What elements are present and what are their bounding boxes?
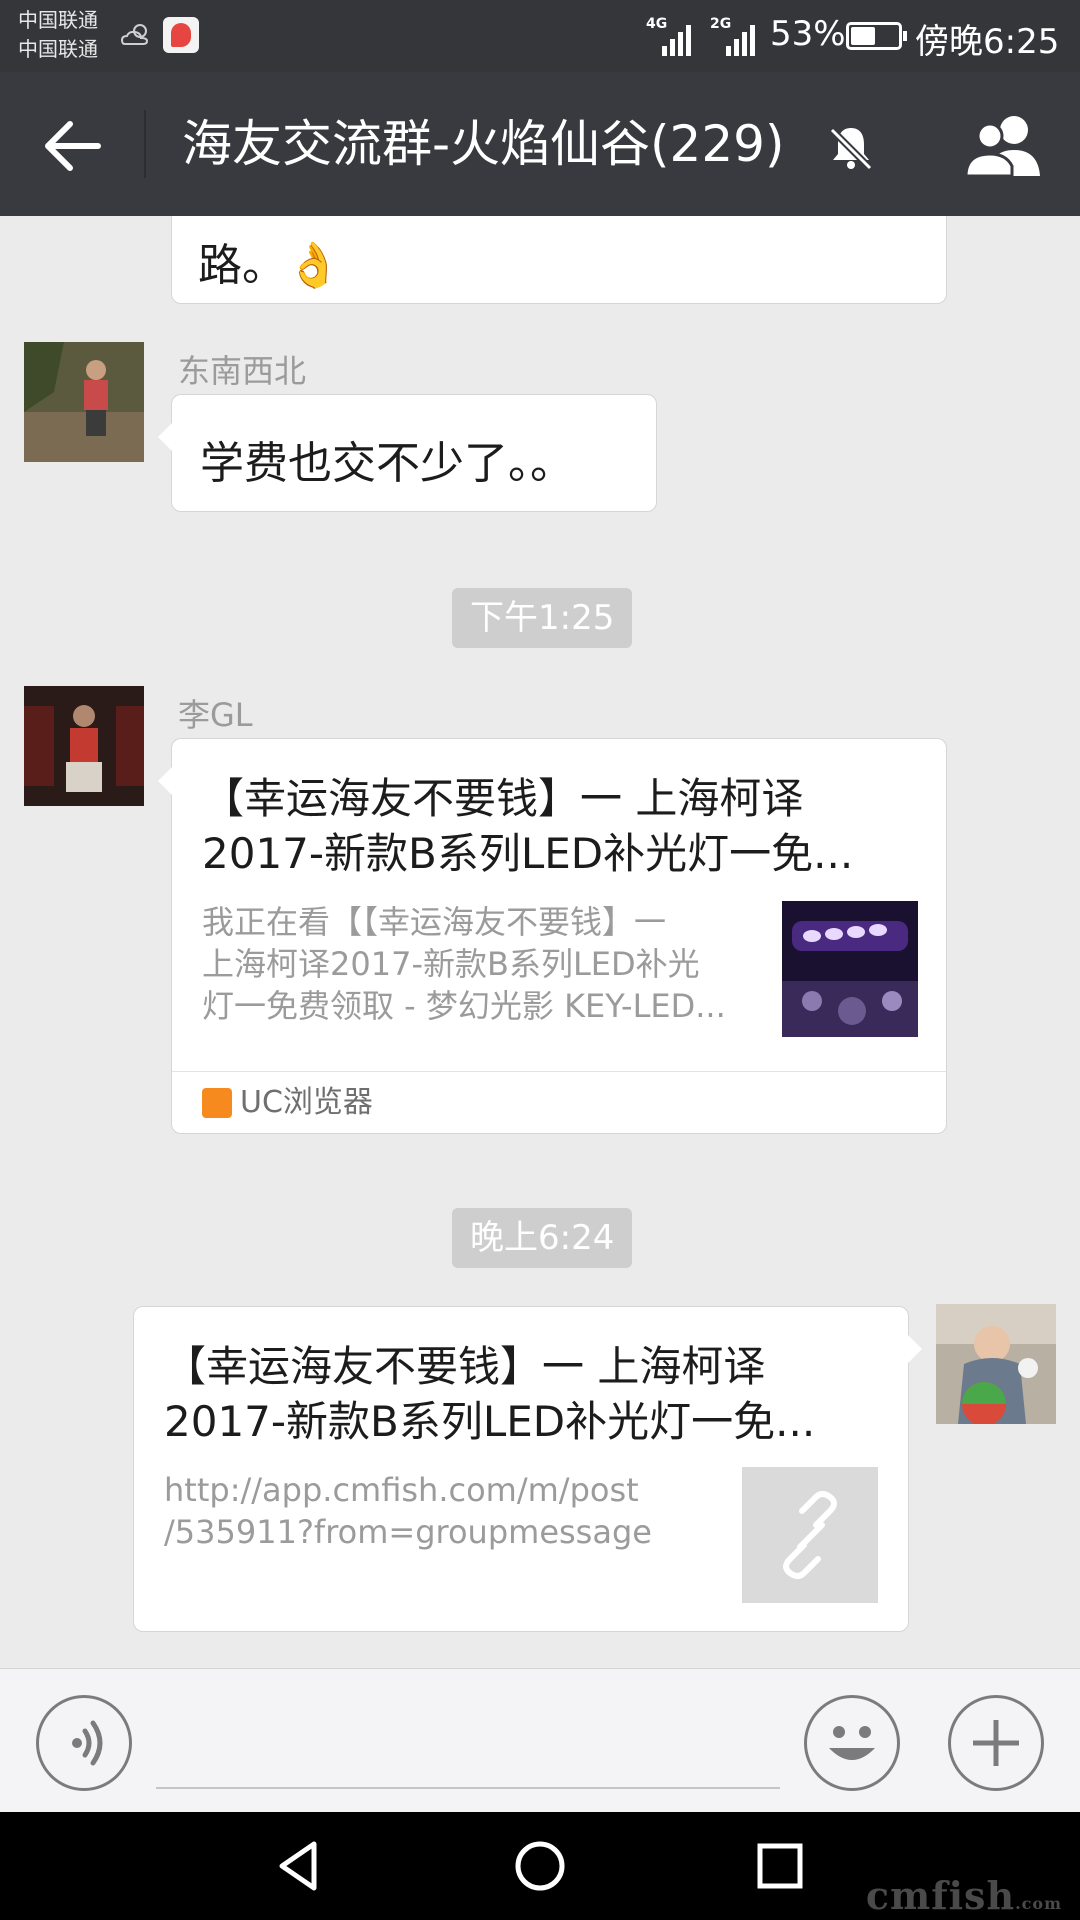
voice-icon	[72, 1720, 103, 1766]
nav-home-icon[interactable]	[510, 1836, 570, 1896]
watermark-suffix: .com	[1015, 1894, 1062, 1913]
nav-back-icon[interactable]	[270, 1836, 330, 1896]
weather-icon	[120, 24, 149, 45]
watermark-main: cmfish	[865, 1873, 1016, 1918]
mute-bell-icon	[829, 127, 873, 171]
message-text: 学费也交不少了。。	[200, 438, 574, 489]
group-members-icon[interactable]	[962, 112, 1048, 178]
link-url-line: http://app.cmfish.com/m/post	[164, 1471, 639, 1509]
clock: 傍晚6:25	[915, 22, 1060, 62]
voice-button[interactable]	[36, 1695, 132, 1791]
link-thumbnail	[782, 901, 918, 1037]
avatar-me[interactable]	[936, 1304, 1056, 1424]
signal-icon-2: 2G	[710, 16, 762, 56]
message-text: 路。👌	[198, 240, 341, 291]
link-url-line: /535911?from=groupmessage	[164, 1513, 652, 1551]
link-title-line-2: 2017-新款B系列LED补光灯一免...	[202, 829, 854, 878]
battery-percent: 53%	[770, 14, 846, 54]
link-source: UC浏览器	[240, 1085, 373, 1120]
message-input[interactable]	[156, 1787, 780, 1789]
nav-recents-icon[interactable]	[750, 1836, 810, 1896]
plus-icon	[973, 1720, 1019, 1766]
link-icon	[783, 1491, 837, 1579]
emoji-button[interactable]	[804, 1695, 900, 1791]
more-button[interactable]	[948, 1695, 1044, 1791]
back-arrow-icon[interactable]	[40, 114, 104, 178]
status-bar: 中国联通 中国联通 4G 2G 53% 傍晚6:25	[0, 0, 1080, 72]
timestamp: 晚上6:24	[452, 1208, 633, 1268]
link-description-line: 灯一免费领取 - 梦幻光影 KEY-LED...	[202, 987, 726, 1025]
message-bubble-partial[interactable]: 路。👌	[171, 216, 947, 304]
link-title-line-1: 【幸运海友不要钱】一 上海柯译	[202, 774, 804, 823]
baidu-app-icon	[163, 17, 199, 53]
link-description-line: 上海柯译2017-新款B系列LED补光	[202, 945, 700, 983]
chat-header: 海友交流群-火焰仙谷(229)	[0, 72, 1080, 216]
link-card[interactable]: 【幸运海友不要钱】一 上海柯译 2017-新款B系列LED补光灯一免... 我正…	[158, 738, 947, 1134]
link-placeholder-thumbnail	[742, 1467, 878, 1603]
sender-name: 东南西北	[178, 352, 307, 390]
signal-icon-1: 4G	[646, 16, 698, 56]
message-list[interactable]: 路。👌 东南西北 学费也交不少了。。 下午1:25 李GL 【幸运海友不要钱】一…	[0, 216, 1080, 1668]
emoji-icon	[829, 1726, 875, 1760]
link-title-line-1: 【幸运海友不要钱】一 上海柯译	[164, 1342, 766, 1391]
link-card-outgoing[interactable]: 【幸运海友不要钱】一 上海柯译 2017-新款B系列LED补光灯一免... ht…	[133, 1306, 922, 1632]
input-bar	[0, 1668, 1080, 1812]
watermark-logo: cmfish.com	[866, 1873, 1062, 1918]
link-source-bar: UC浏览器	[172, 1071, 946, 1133]
link-description-line: 我正在看【【幸运海友不要钱】一	[202, 903, 667, 941]
title-divider	[144, 110, 146, 178]
timestamp: 下午1:25	[452, 588, 633, 648]
sender-name: 李GL	[178, 696, 253, 734]
carrier-1: 中国联通	[18, 8, 98, 32]
carrier-2: 中国联通	[18, 37, 98, 61]
battery-fill	[851, 27, 876, 45]
link-title-line-2: 2017-新款B系列LED补光灯一免...	[164, 1397, 816, 1446]
message-bubble[interactable]: 学费也交不少了。。	[158, 394, 657, 512]
chat-title: 海友交流群-火焰仙谷(229)	[182, 115, 785, 173]
system-navigation-bar: cmfish.com	[0, 1812, 1080, 1920]
carrier-info: 中国联通 中国联通	[18, 6, 98, 64]
uc-browser-icon	[202, 1088, 232, 1118]
battery-icon	[846, 22, 907, 50]
avatar-dongnanxibei[interactable]	[24, 342, 144, 462]
avatar-li-gl[interactable]	[24, 686, 144, 806]
